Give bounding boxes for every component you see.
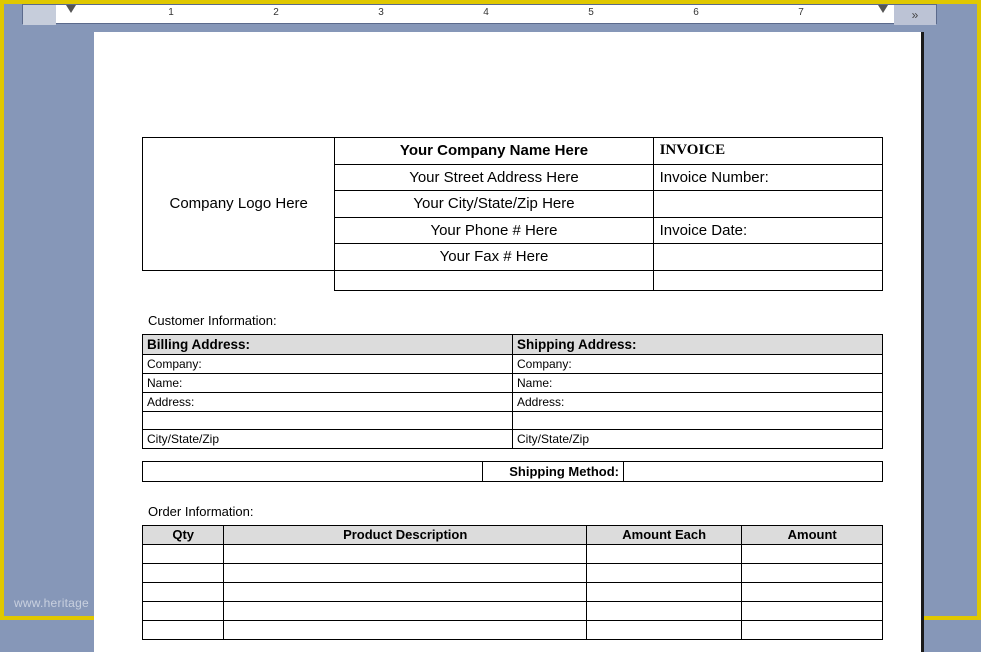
ruler-number: 4 — [483, 7, 489, 18]
company-city-cell[interactable]: Your City/State/Zip Here — [335, 191, 653, 218]
billing-company-cell[interactable]: Company: — [143, 354, 513, 373]
customer-info-label: Customer Information: — [148, 313, 883, 328]
shipping-method-value[interactable] — [623, 461, 882, 481]
billing-name-cell[interactable]: Name: — [143, 373, 513, 392]
order-row — [143, 563, 883, 582]
shipping-company-cell[interactable]: Company: — [513, 354, 883, 373]
shipping-method-spacer[interactable] — [143, 461, 483, 481]
order-table: Qty Product Description Amount Each Amou… — [142, 525, 883, 640]
ruler-number: 7 — [798, 7, 804, 18]
ruler-number: 6 — [693, 7, 699, 18]
ruler-indent-marker[interactable] — [66, 5, 76, 13]
order-row — [143, 620, 883, 639]
shipping-name-cell[interactable]: Name: — [513, 373, 883, 392]
ruler-scroll-right[interactable]: » — [894, 5, 936, 25]
company-fax-cell[interactable]: Your Fax # Here — [335, 244, 653, 271]
ruler-right-indent-marker[interactable] — [878, 5, 888, 13]
company-header-table: Company Logo Here Your Company Name Here… — [142, 137, 883, 291]
horizontal-ruler[interactable]: 1 2 3 4 5 6 7 » — [22, 4, 937, 24]
ruler-left-margin[interactable] — [23, 5, 56, 25]
order-header-qty: Qty — [143, 525, 224, 544]
order-header-each: Amount Each — [586, 525, 741, 544]
watermark-text: www.heritage — [14, 596, 89, 610]
ruler-number: 5 — [588, 7, 594, 18]
invoice-date-value[interactable] — [653, 244, 882, 271]
company-street-cell[interactable]: Your Street Address Here — [335, 164, 653, 191]
billing-address-cell[interactable]: Address: — [143, 392, 513, 411]
customer-info-table: Billing Address: Shipping Address: Compa… — [142, 334, 883, 449]
order-row — [143, 582, 883, 601]
document-page[interactable]: Company Logo Here Your Company Name Here… — [94, 32, 924, 652]
shipping-address-header: Shipping Address: — [513, 334, 883, 354]
shipping-address-cell[interactable]: Address: — [513, 392, 883, 411]
order-info-label: Order Information: — [148, 504, 883, 519]
billing-address-header: Billing Address: — [143, 334, 513, 354]
shipping-method-row: Shipping Method: — [142, 461, 883, 482]
order-header-amount: Amount — [742, 525, 883, 544]
shipping-csz-cell[interactable]: City/State/Zip — [513, 429, 883, 448]
order-row — [143, 544, 883, 563]
invoice-date-label[interactable]: Invoice Date: — [653, 217, 882, 244]
shipping-address2-cell[interactable] — [513, 411, 883, 429]
company-name-cell[interactable]: Your Company Name Here — [335, 138, 653, 165]
company-logo-cell[interactable]: Company Logo Here — [143, 138, 335, 271]
invoice-number-label[interactable]: Invoice Number: — [653, 164, 882, 191]
invoice-blank-cell[interactable] — [653, 270, 882, 290]
company-blank-cell[interactable] — [335, 270, 653, 290]
order-header-desc: Product Description — [224, 525, 587, 544]
ruler-number: 1 — [168, 7, 174, 18]
invoice-number-value[interactable] — [653, 191, 882, 218]
ruler-number: 3 — [378, 7, 384, 18]
shipping-method-label: Shipping Method: — [483, 461, 624, 481]
ruler-number: 2 — [273, 7, 279, 18]
invoice-title-cell: INVOICE — [653, 138, 882, 165]
company-phone-cell[interactable]: Your Phone # Here — [335, 217, 653, 244]
order-row — [143, 601, 883, 620]
billing-csz-cell[interactable]: City/State/Zip — [143, 429, 513, 448]
billing-address2-cell[interactable] — [143, 411, 513, 429]
